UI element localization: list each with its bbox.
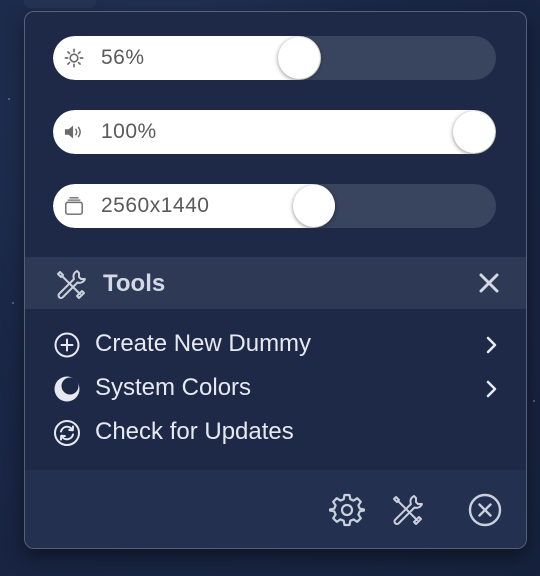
brightness-slider[interactable]: 56% — [53, 36, 496, 80]
menu-item-create-new-dummy[interactable]: Create New Dummy — [53, 327, 499, 363]
tools-title: Tools — [103, 270, 166, 297]
chevron-right-icon — [486, 336, 497, 354]
sun-icon — [64, 48, 84, 68]
volume-slider-knob[interactable] — [453, 111, 495, 153]
volume-value: 100% — [101, 120, 157, 143]
moon-circle-icon — [54, 376, 80, 402]
refresh-circle-icon — [54, 420, 80, 446]
plus-circle-icon — [54, 332, 80, 358]
background-star — [533, 400, 535, 402]
resolution-value: 2560x1440 — [101, 194, 210, 217]
menu-item-label: System Colors — [95, 374, 252, 401]
resolution-slider[interactable]: 2560x1440 — [53, 184, 496, 228]
menu-item-system-colors[interactable]: System Colors — [53, 371, 499, 407]
close-icon[interactable] — [478, 272, 500, 294]
speaker-icon — [64, 125, 81, 139]
top-edge-strip — [24, 0, 96, 8]
tools-section-header: Tools — [25, 257, 526, 309]
volume-slider[interactable]: 100% — [53, 110, 496, 154]
menu-panel: 56% 100% 2560x1440 Tools Create New Dumm… — [24, 11, 527, 549]
footer-toolbar — [25, 470, 526, 548]
background-star — [12, 302, 14, 304]
display-stack-icon — [65, 197, 83, 215]
settings-gear-icon[interactable] — [329, 492, 365, 528]
menu-item-label: Create New Dummy — [95, 330, 312, 357]
quit-circle-x-icon[interactable] — [467, 492, 503, 528]
menu-item-label: Check for Updates — [95, 418, 294, 445]
chevron-right-icon — [486, 380, 497, 398]
brightness-value: 56% — [101, 46, 145, 69]
background-star — [8, 98, 10, 100]
menu-item-check-for-updates[interactable]: Check for Updates — [53, 415, 499, 451]
resolution-slider-knob[interactable] — [293, 185, 335, 227]
tools-icon[interactable] — [389, 492, 425, 528]
tools-icon — [57, 270, 86, 299]
brightness-slider-knob[interactable] — [278, 37, 320, 79]
